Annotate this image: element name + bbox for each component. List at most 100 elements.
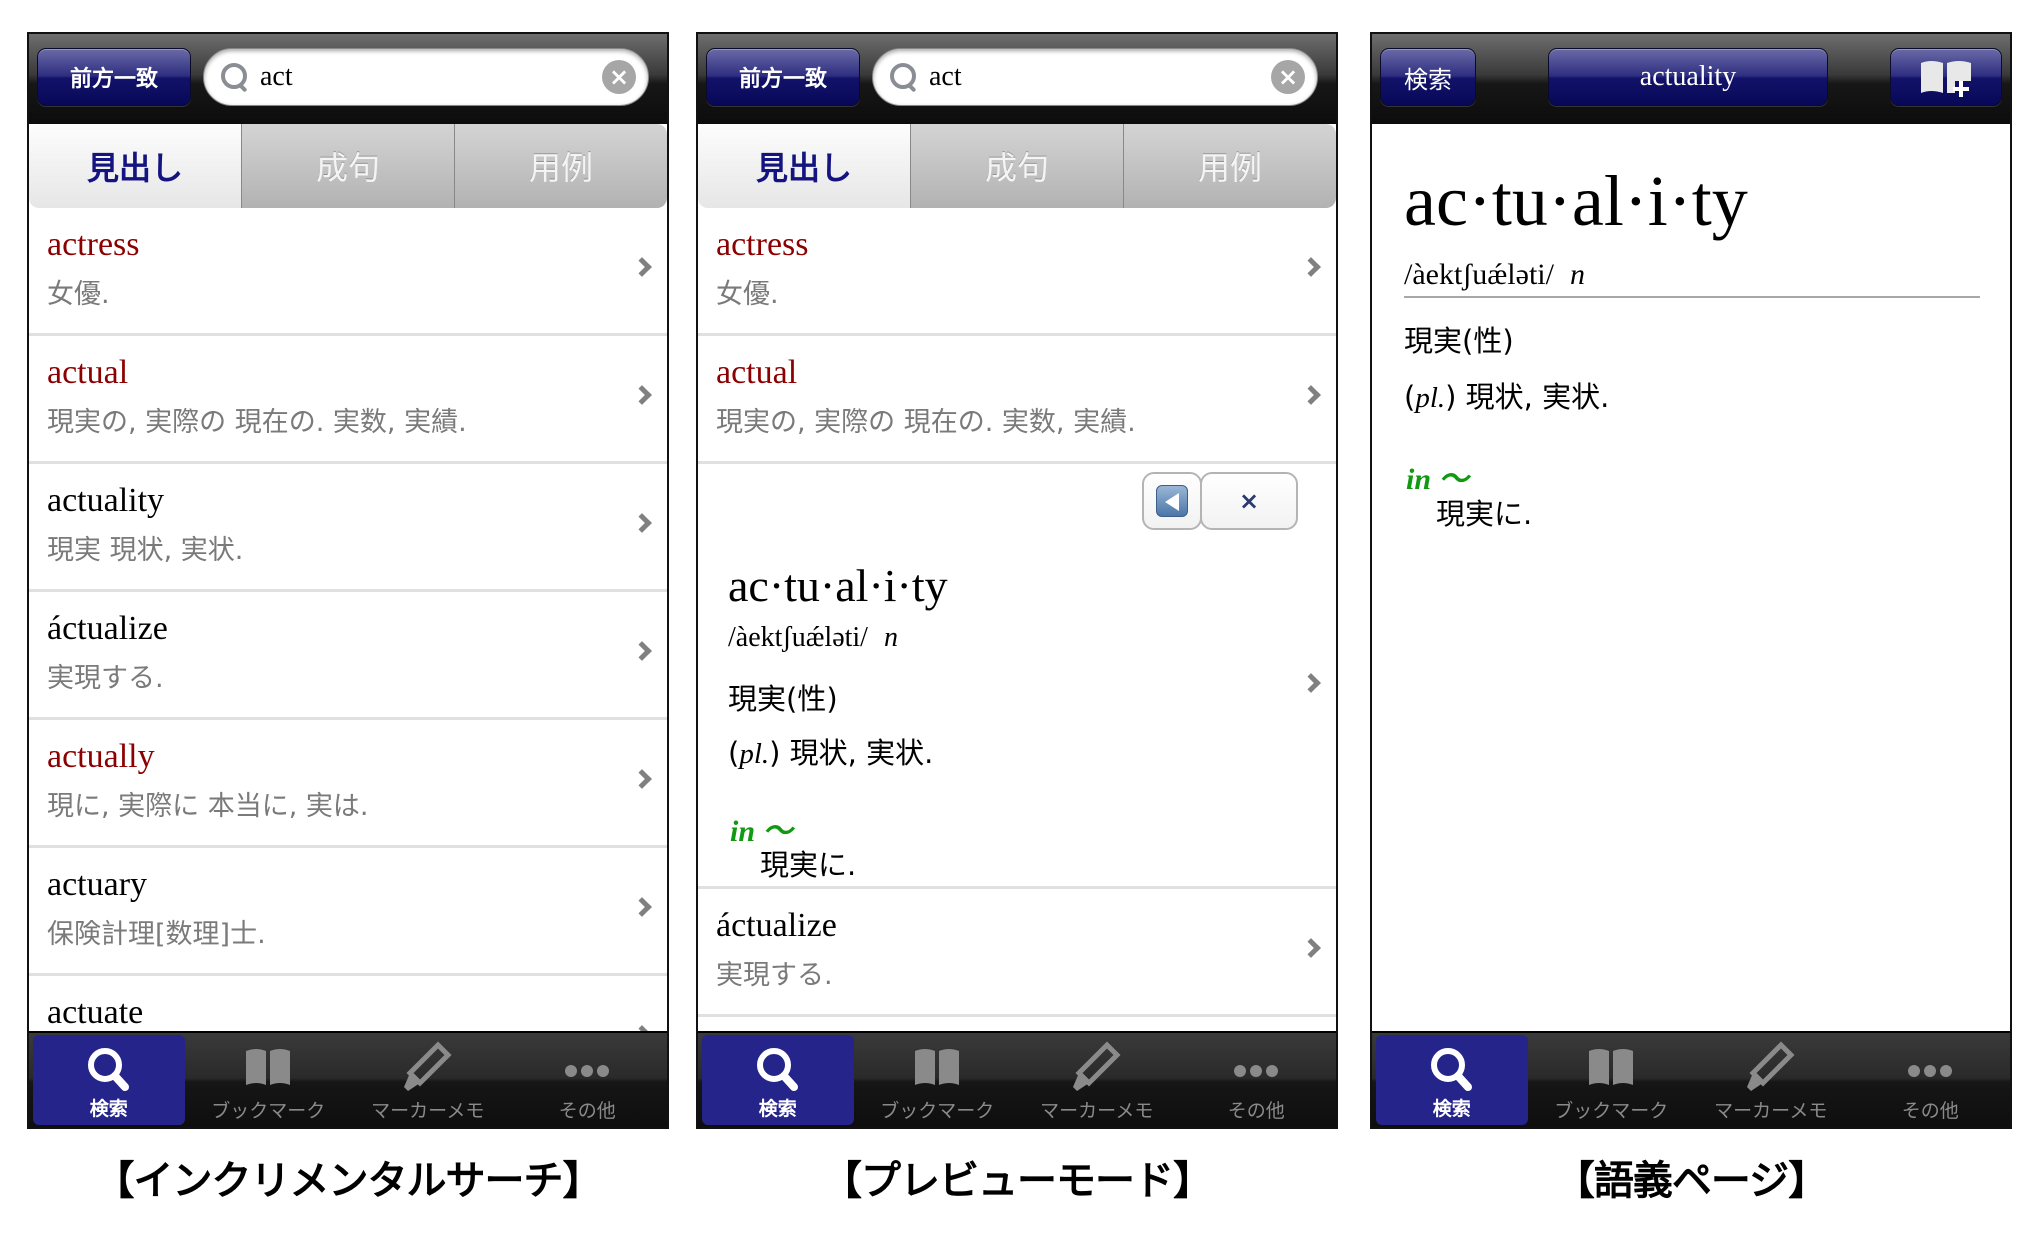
search-header: 前方一致 act × xyxy=(29,34,667,124)
entry-headword: ac·tu·al·i·ty xyxy=(1404,161,1748,241)
sense-1: 現実(性) xyxy=(728,682,838,716)
part-of-speech: n xyxy=(883,622,898,653)
headword: actually xyxy=(47,738,155,775)
translation: 実現する. xyxy=(47,663,164,694)
tab-label: その他 xyxy=(558,1100,616,1122)
add-bookmark-button[interactable] xyxy=(1890,48,2002,106)
chevron-right-icon xyxy=(632,769,652,789)
tab-headword[interactable]: 見出し xyxy=(698,124,910,208)
preview-mode-screen: 前方一致 act × 見出し 成句 用例 actress 女優. actual 現実… xyxy=(696,32,1338,1129)
sense-label: pl. xyxy=(1415,382,1446,414)
tab-phrase[interactable]: 成句 xyxy=(241,124,454,208)
ipa: /àektʃuǽləti/ xyxy=(728,622,868,653)
list-item[interactable]: actress 女優. xyxy=(29,208,667,336)
tab-search[interactable]: 検索 xyxy=(1376,1035,1528,1125)
list-item[interactable]: actress 女優. xyxy=(698,208,1336,336)
detail-header: 検索 actuality xyxy=(1372,34,2010,124)
result-list: actress 女優. actual 現実の, 実際の 現在の. 実数, 実績. ×… xyxy=(698,208,1336,1031)
caption-incremental-search: 【インクリメンタルサーチ】 xyxy=(94,1158,603,1204)
pronunciation: /àektʃuǽləti/n xyxy=(1404,258,1585,292)
tab-headword[interactable]: 見出し xyxy=(29,124,241,208)
translation: 現実 現状, 実状. xyxy=(47,535,244,566)
list-item[interactable]: actuality 現実 現状, 実状. xyxy=(29,464,667,592)
list-item[interactable]: actual 現実の, 実際の 現在の. 実数, 実績. xyxy=(698,336,1336,464)
sense-1: 現実(性) xyxy=(1404,324,1514,358)
headword: actuate xyxy=(47,994,144,1031)
chevron-right-icon xyxy=(632,513,652,533)
prefix-match-button[interactable]: 前方一致 xyxy=(37,48,191,106)
part-of-speech: n xyxy=(1569,258,1585,291)
headword: actress xyxy=(716,226,809,263)
search-input[interactable]: act xyxy=(929,61,1271,93)
search-scope-segmented-control: 見出し 成句 用例 xyxy=(29,124,667,208)
tab-bookmark[interactable]: ブックマーク xyxy=(858,1033,1018,1127)
list-item[interactable]: actuate xyxy=(29,976,667,1031)
prefix-match-button[interactable]: 前方一致 xyxy=(706,48,860,106)
translation: 現に, 実際に 本当に, 実は. xyxy=(47,791,369,822)
entry-title-button[interactable]: actuality xyxy=(1548,48,1828,106)
tab-bar: 検索 ブックマーク マーカーメモ その他 xyxy=(1372,1031,2010,1127)
back-to-search-button[interactable]: 検索 xyxy=(1380,48,1476,106)
caption-preview-mode: 【プレビューモード】 xyxy=(822,1158,1213,1204)
pen-icon xyxy=(403,1041,452,1091)
tab-example[interactable]: 用例 xyxy=(1123,124,1336,208)
search-header: 前方一致 act × xyxy=(698,34,1336,124)
tab-bookmark[interactable]: ブックマーク xyxy=(189,1033,349,1127)
list-item[interactable]: actually 現に, 実際に 本当に, 実は. xyxy=(29,720,667,848)
list-item[interactable]: áctualize 実現する. xyxy=(698,889,1336,1017)
search-icon xyxy=(87,1048,129,1091)
search-field[interactable]: act × xyxy=(203,48,649,106)
tab-bar: 検索 ブックマーク マーカーメモ その他 xyxy=(29,1031,667,1127)
more-icon xyxy=(1908,1065,1953,1077)
tab-marker-memo[interactable]: マーカーメモ xyxy=(1691,1033,1851,1127)
translation: 実現する. xyxy=(716,960,833,991)
search-field[interactable]: act × xyxy=(872,48,1318,106)
back-label: 検索 xyxy=(1404,65,1452,94)
book-icon xyxy=(1589,1049,1634,1085)
entry-title: actuality xyxy=(1639,61,1737,92)
clear-icon[interactable]: × xyxy=(1271,60,1305,94)
headword: actual xyxy=(716,354,798,391)
tab-marker-memo[interactable]: マーカーメモ xyxy=(348,1033,508,1127)
tab-more[interactable]: その他 xyxy=(508,1033,667,1127)
search-scope-segmented-control: 見出し 成句 用例 xyxy=(698,124,1336,208)
prefix-match-label: 前方一致 xyxy=(738,67,827,92)
tab-marker-memo[interactable]: マーカーメモ xyxy=(1017,1033,1177,1127)
chevron-right-icon xyxy=(632,257,652,277)
clear-icon[interactable]: × xyxy=(602,60,636,94)
tab-label: マーカーメモ xyxy=(371,1100,485,1122)
tab-search[interactable]: 検索 xyxy=(702,1035,854,1125)
headword: áctualize xyxy=(47,610,168,647)
inline-preview[interactable]: × ac·tu·al·i·ty /àektʃuǽləti/n 現実(性) (pl… xyxy=(698,464,1336,889)
pen-icon xyxy=(1746,1041,1795,1091)
translation: 現実の, 実際の 現在の. 実数, 実績. xyxy=(47,407,467,438)
tab-more[interactable]: その他 xyxy=(1177,1033,1336,1127)
headword: actuality xyxy=(47,482,165,519)
divider xyxy=(1404,296,1980,298)
tab-bookmark[interactable]: ブックマーク xyxy=(1532,1033,1692,1127)
collapse-preview-button[interactable] xyxy=(1142,472,1202,530)
search-icon xyxy=(220,62,250,92)
list-item[interactable]: actual 現実の, 実際の 現在の. 実数, 実績. xyxy=(29,336,667,464)
tab-more[interactable]: その他 xyxy=(1851,1033,2010,1127)
search-input[interactable]: act xyxy=(260,61,602,93)
sense-2: (pl.) 現状, 実状. xyxy=(728,736,934,770)
prefix-match-label: 前方一致 xyxy=(69,67,158,92)
list-item[interactable]: áctualize 実現する. xyxy=(29,592,667,720)
headword: actuary xyxy=(47,866,148,903)
chevron-right-icon xyxy=(1301,257,1321,277)
headword: actual xyxy=(47,354,129,391)
translation: 女優. xyxy=(716,279,779,310)
translation: 現実の, 実際の 現在の. 実数, 実績. xyxy=(716,407,1136,438)
list-item[interactable]: actuary 保険計理[数理]士. xyxy=(29,848,667,976)
tab-search[interactable]: 検索 xyxy=(33,1035,185,1125)
book-icon xyxy=(246,1049,291,1085)
search-icon xyxy=(1430,1048,1472,1091)
tab-phrase[interactable]: 成句 xyxy=(910,124,1123,208)
more-icon xyxy=(565,1065,610,1077)
pronunciation: /àektʃuǽləti/n xyxy=(728,622,898,654)
result-list: actress 女優. actual 現実の, 実際の 現在の. 実数, 実績. a… xyxy=(29,208,667,1031)
close-preview-button[interactable]: × xyxy=(1200,472,1298,530)
tab-example[interactable]: 用例 xyxy=(454,124,667,208)
ipa: /àektʃuǽləti/ xyxy=(1404,258,1554,291)
